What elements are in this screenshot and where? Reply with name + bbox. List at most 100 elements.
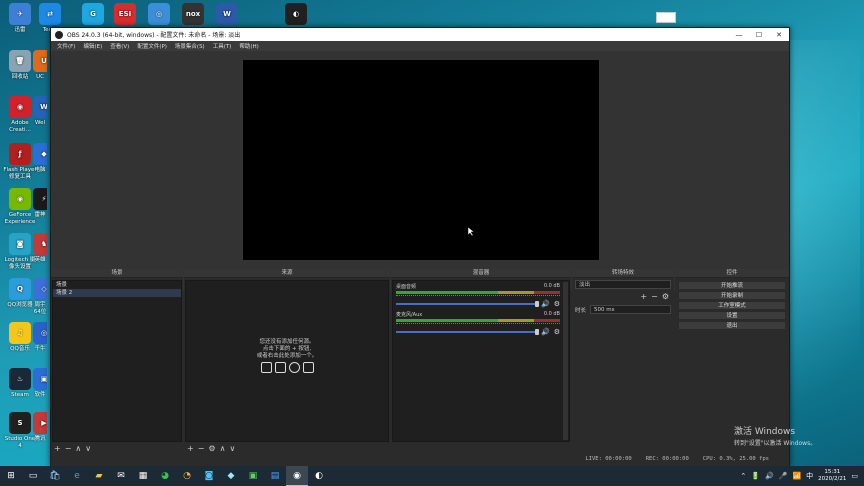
wechat-icon[interactable]: ◕ [154, 466, 176, 486]
desktop-icon[interactable]: G [76, 3, 110, 27]
desktop-icon-label: Adobe Creati... [9, 120, 31, 133]
watermark-line: 激活 Windows [734, 427, 796, 437]
volume-icon[interactable]: 🔊 [765, 472, 774, 480]
scenes-dock: 场景 场景 场景 2 + − ∧ ∨ [51, 269, 183, 454]
speaker-icon[interactable]: 🔊 [541, 328, 550, 336]
scenes-list[interactable]: 场景 场景 2 [52, 280, 182, 442]
preview-canvas[interactable] [243, 60, 599, 260]
maximize-button[interactable]: ☐ [749, 31, 769, 39]
settings-button[interactable]: 设置 [678, 311, 786, 320]
desktop-icon-label: 回收站 [11, 74, 29, 80]
start-windows-icon[interactable]: ⊞ [0, 466, 22, 486]
menu-tools[interactable]: 工具(T) [209, 42, 236, 50]
desktop-icon[interactable]: ◉ Adobe Creati... [3, 96, 37, 133]
menu-profile[interactable]: 配置文件(P) [133, 42, 171, 50]
ime-indicator[interactable]: 中 [806, 471, 813, 481]
desktop-icon[interactable]: ♞ 英雄 [33, 233, 47, 264]
desktop-icon[interactable]: ƒ Flash Player 修复工具 [3, 143, 37, 180]
tray-overflow-icon[interactable]: ⌃ [740, 472, 746, 480]
mixer-panel: 桌面音频 0.0 dB 🔊 ⚙ 麦克风/Aux 0.0 dB 🔊 ⚙ [392, 280, 570, 442]
mixer-scrollbar[interactable] [563, 282, 568, 440]
clock[interactable]: 15:31 2020/2/21 [818, 469, 846, 483]
desktop-icon[interactable]: ◎ 千牛 [33, 322, 47, 353]
mouse-cursor-icon [468, 227, 474, 236]
desktop-icon[interactable]: ◐ [279, 3, 313, 27]
edge-icon[interactable]: e [66, 466, 88, 486]
meter-ticks [396, 323, 560, 326]
menu-file[interactable]: 文件(F) [53, 42, 79, 50]
remove-transition-button[interactable]: − [651, 292, 658, 301]
volume-slider[interactable] [396, 329, 539, 335]
desktop-icon-label: Wel [34, 120, 46, 126]
microphone-icon[interactable]: 🎤 [779, 472, 788, 480]
desktop-icon[interactable]: ◉ GeForce Experience [3, 188, 37, 225]
desktop-icon[interactable]: ◆ 电脑 [33, 143, 47, 174]
menu-edit[interactable]: 编辑(E) [79, 42, 106, 50]
duration-input[interactable]: 500 ms [590, 305, 671, 314]
volume-slider-handle[interactable] [535, 301, 539, 307]
sources-list[interactable]: 您还没有添加任何源。 点击下面的 + 按钮, 或者右击此处添加一个。 [185, 280, 389, 442]
start-recording-button[interactable]: 开始录制 [678, 291, 786, 300]
gear-icon[interactable]: ⚙ [662, 292, 669, 301]
desktop-icon[interactable]: W [210, 3, 244, 27]
channel-db: 0.0 dB [543, 283, 560, 289]
scene-item[interactable]: 场景 [53, 281, 181, 289]
battery-icon[interactable]: 🔋 [751, 472, 760, 480]
desktop-icon[interactable]: ◙ Logitech 摄像头设置 [3, 233, 37, 270]
obs-taskbar-icon[interactable]: ◉ [286, 466, 308, 486]
add-transition-button[interactable]: + [640, 292, 647, 301]
scene-item[interactable]: 场景 2 [53, 289, 181, 297]
app-icon[interactable]: ◆ [220, 466, 242, 486]
app-icon[interactable]: ▤ [264, 466, 286, 486]
speaker-icon[interactable]: 🔊 [541, 300, 550, 308]
mail-icon[interactable]: ✉ [110, 466, 132, 486]
desktop-icon[interactable]: ◎ [142, 3, 176, 27]
window-title: OBS 24.0.3 (64-bit, windows) - 配置文件: 未命名… [67, 32, 241, 39]
desktop-icon[interactable]: ♫ QQ音乐 [3, 322, 37, 353]
transition-select[interactable]: 淡出 [575, 280, 671, 289]
desktop-icon[interactable]: nox [176, 3, 210, 27]
network-icon[interactable]: 📶 [792, 472, 801, 480]
desktop-icon[interactable]: ESI [108, 3, 142, 27]
desktop-icon[interactable]: ✈ 迅雷 [3, 3, 37, 34]
browser-icon[interactable]: ◔ [176, 466, 198, 486]
desktop-icon[interactable]: W Wel [33, 96, 47, 127]
desktop-icon[interactable]: ◇ 周宇 64位 [33, 278, 47, 315]
close-button[interactable]: ✕ [769, 31, 789, 39]
app-icon: W [216, 3, 238, 25]
task-view-icon[interactable]: ▭ [22, 466, 44, 486]
minimize-button[interactable]: — [729, 31, 749, 39]
app-icon[interactable]: ▣ [242, 466, 264, 486]
obs-taskbar-icon[interactable]: ◐ [308, 466, 330, 486]
app-icon: ◐ [285, 3, 307, 25]
studio-mode-button[interactable]: 工作室模式 [678, 301, 786, 310]
folder-icon[interactable]: ▰ [88, 466, 110, 486]
gear-icon[interactable]: ⚙ [554, 328, 560, 336]
calculator-icon[interactable]: ▦ [132, 466, 154, 486]
desktop-icon[interactable]: ▣ 软件 [33, 368, 47, 399]
desktop-icon[interactable]: ▶ 腾讯 [33, 412, 47, 443]
volume-slider-handle[interactable] [535, 329, 539, 335]
menu-help[interactable]: 帮助(H) [235, 42, 262, 50]
title-bar[interactable]: OBS 24.0.3 (64-bit, windows) - 配置文件: 未命名… [51, 28, 789, 41]
empty-hint-line: 或者右击此处添加一个。 [256, 353, 318, 359]
source-type-icons [186, 362, 388, 373]
desktop-icon[interactable]: Q QQ浏览器 [3, 278, 37, 309]
gear-icon[interactable]: ⚙ [554, 300, 560, 308]
desktop-icon[interactable]: 🗑 回收站 [3, 50, 37, 81]
desktop-icon[interactable]: ♨ Steam [3, 368, 37, 399]
notification-icon[interactable]: ▭ [851, 472, 858, 480]
start-streaming-button[interactable]: 开始推流 [678, 281, 786, 290]
menu-view[interactable]: 查看(V) [106, 42, 133, 50]
store-icon[interactable]: 🛍 [44, 466, 66, 486]
app-icon: 🗑 [9, 50, 31, 72]
volume-slider[interactable] [396, 301, 539, 307]
desktop-icon[interactable]: U UC [33, 50, 47, 81]
desktop-icon-label: QQ浏览器 [7, 302, 33, 308]
desktop-icon[interactable]: ⚡ 雷神 [33, 188, 47, 219]
minimized-window-thumbnail[interactable] [656, 12, 676, 23]
desktop-icon[interactable]: S Studio One 4 [3, 412, 37, 449]
app-icon[interactable]: ◙ [198, 466, 220, 486]
exit-button[interactable]: 退出 [678, 321, 786, 330]
menu-scene-collection[interactable]: 场景集合(S) [171, 42, 209, 50]
